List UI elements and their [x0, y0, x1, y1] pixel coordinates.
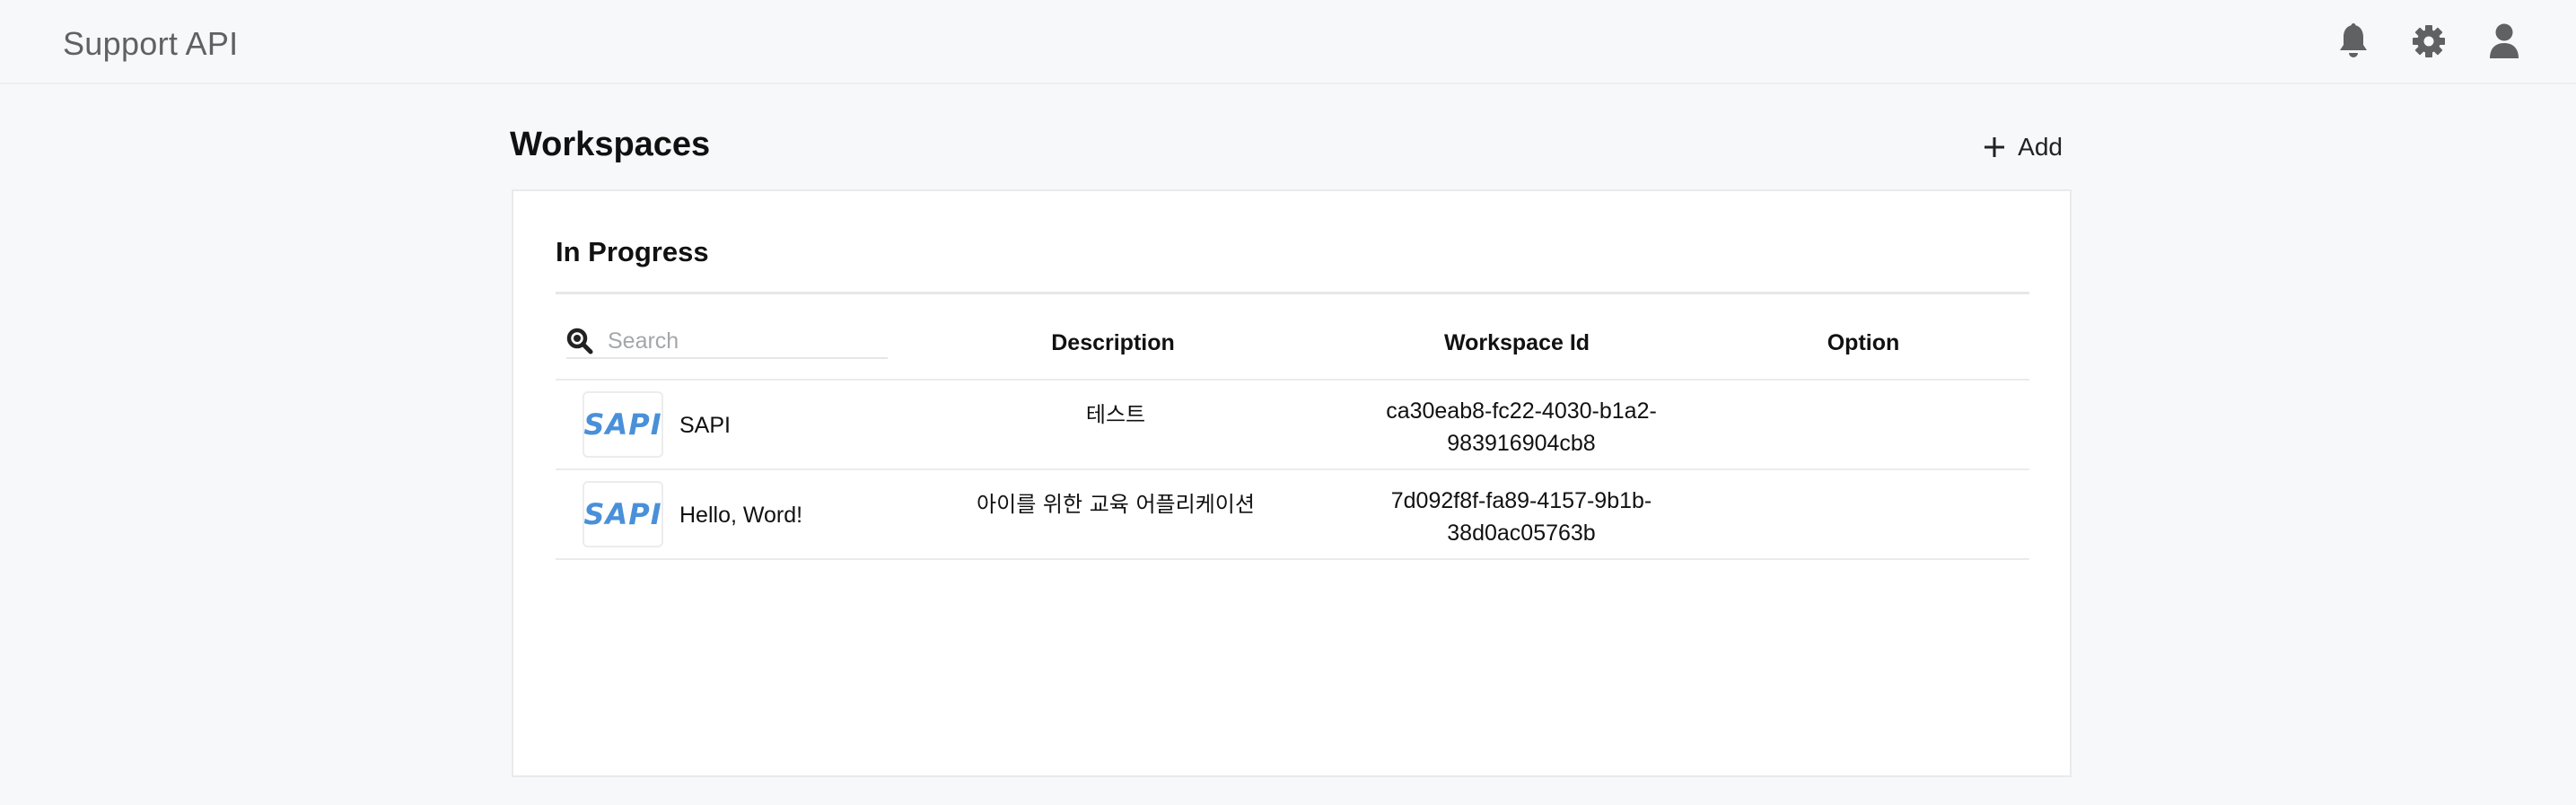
workspace-id-line-1: 7d092f8f-fa89-4157-9b1b-	[1390, 488, 1652, 513]
workspace-name[interactable]: SAPI	[679, 413, 731, 439]
plus-icon	[1985, 137, 2005, 157]
column-header-option: Option	[1827, 330, 1900, 355]
top-bar: Support API	[0, 0, 2576, 84]
table-row[interactable]: SAPI SAPI 테스트 ca30eab8-fc22-4030-b1a2- 9…	[556, 381, 2029, 470]
workspaces-card: In Progress Description Workspace Id Opt…	[512, 189, 2072, 777]
workspace-logo-text: SAPI	[583, 407, 662, 442]
app-title[interactable]: Support API	[63, 25, 238, 63]
workspace-logo: SAPI	[583, 481, 663, 547]
page-title: Workspaces	[510, 126, 711, 163]
user-icon[interactable]	[2484, 22, 2524, 61]
table-header: Description Workspace Id Option	[556, 294, 2029, 381]
workspace-name[interactable]: Hello, Word!	[679, 503, 802, 529]
gear-icon[interactable]	[2409, 22, 2449, 61]
workspaces-table: Description Workspace Id Option SAPI SAP…	[556, 294, 2029, 560]
search-field[interactable]	[566, 325, 888, 359]
add-workspace-button[interactable]: Add	[1984, 129, 2063, 165]
workspace-description: 테스트	[1085, 402, 1146, 427]
table-row[interactable]: SAPI Hello, Word! 아이를 위한 교육 어플리케이션 7d092…	[556, 470, 2029, 560]
workspace-description: 아이를 위한 교육 어플리케이션	[977, 492, 1255, 517]
column-header-workspace-id: Workspace Id	[1443, 330, 1590, 355]
bell-icon[interactable]	[2334, 22, 2373, 61]
column-header-description: Description	[1051, 330, 1175, 355]
search-icon	[566, 328, 593, 354]
card-title: In Progress	[556, 236, 709, 267]
workspace-id: 7d092f8f-fa89-4157-9b1b- 38d0ac05763b	[1391, 485, 1652, 549]
search-input[interactable]	[606, 327, 879, 355]
workspace-logo: SAPI	[583, 391, 663, 458]
add-button-label: Add	[2018, 133, 2063, 161]
workspace-id-line-2: 38d0ac05763b	[1447, 521, 1596, 546]
workspace-id-line-2: 983916904cb8	[1447, 431, 1596, 456]
workspaces-header: Workspaces Add	[510, 126, 2063, 167]
workspace-logo-text: SAPI	[583, 497, 662, 531]
workspace-id: ca30eab8-fc22-4030-b1a2- 983916904cb8	[1386, 395, 1657, 459]
workspace-id-line-1: ca30eab8-fc22-4030-b1a2-	[1386, 398, 1657, 424]
